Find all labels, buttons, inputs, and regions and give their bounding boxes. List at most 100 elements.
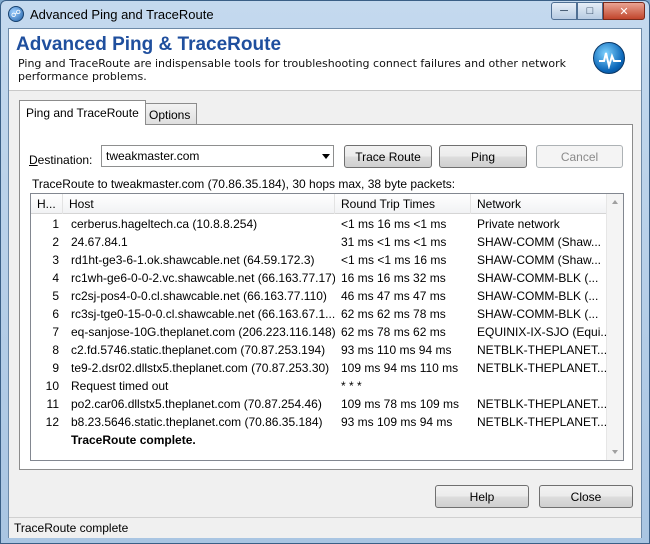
column-header-network[interactable]: Network — [471, 194, 607, 214]
chevron-down-icon[interactable] — [322, 154, 330, 159]
ping-button[interactable]: Ping — [439, 145, 527, 168]
cell-hop: 4 — [52, 271, 59, 285]
cell-hop: 10 — [45, 379, 59, 393]
cell-hop: 11 — [46, 397, 59, 411]
cell-hop: 12 — [45, 415, 59, 429]
page-title: Advanced Ping & TraceRoute — [16, 34, 282, 55]
table-row[interactable]: 1 cerberus.hageltech.ca (10.8.8.254) <1 ms… — [31, 215, 607, 233]
column-header-hop[interactable]: H... — [31, 194, 63, 214]
cell-host: rc3sj-tge0-15-0-0.cl.shawcable.net (66.1… — [71, 307, 335, 321]
cell-hop: 3 — [52, 253, 59, 267]
cell-rtt — [335, 431, 471, 449]
scroll-down-icon[interactable] — [612, 450, 618, 454]
network-logo-icon — [593, 42, 625, 74]
cell-rtt: <1 ms 16 ms <1 ms — [341, 217, 447, 231]
cell-host: po2.car06.dllstx5.theplanet.com (70.87.2… — [71, 397, 322, 411]
cell-rtt: * * * — [341, 379, 362, 393]
tab-ping-and-traceroute[interactable]: Ping and TraceRoute — [19, 100, 146, 125]
table-header: H... Host Round Trip Times Network — [31, 194, 607, 214]
cell-host: cerberus.hageltech.ca (10.8.8.254) — [71, 217, 258, 231]
maximize-icon: □ — [586, 5, 594, 17]
column-header-host[interactable]: Host — [63, 194, 335, 214]
cell-network: SHAW-COMM (Shaw... — [477, 253, 602, 267]
minimize-icon: ─ — [560, 5, 568, 17]
tab-options[interactable]: Options — [142, 103, 198, 125]
table-row[interactable]: 8 c2.fd.5746.static.theplanet.com (70.87.… — [31, 341, 607, 359]
cell-network: SHAW-COMM-BLK (... — [477, 289, 599, 303]
table-body: 1 cerberus.hageltech.ca (10.8.8.254) <1 ms… — [31, 215, 607, 449]
cell-host: rc1wh-ge6-0-0-2.vc.shawcable.net (66.163… — [71, 271, 335, 285]
cell-rtt: 109 ms 94 ms 110 ms — [341, 361, 459, 375]
cell-network — [471, 377, 607, 395]
cell-network: Private network — [477, 217, 560, 231]
cell-rtt: 16 ms 16 ms 32 ms — [341, 271, 446, 285]
table-row[interactable]: 5 rc2sj-pos4-0-0.cl.shawcable.net (66.163… — [31, 287, 607, 305]
minimize-button[interactable]: ─ — [551, 2, 577, 20]
vertical-scrollbar[interactable] — [606, 194, 623, 460]
app-window: ☍ Advanced Ping and TraceRoute ─ □ ✕ Adv… — [0, 0, 650, 544]
cell-rtt: 93 ms 109 ms 94 ms — [341, 415, 453, 429]
cell-network: SHAW-COMM-BLK (... — [477, 271, 599, 285]
cell-host: te9-2.dsr02.dllstx5.theplanet.com (70.87… — [71, 361, 330, 375]
cell-host: eq-sanjose-10G.theplanet.com (206.223.11… — [71, 325, 335, 339]
cell-network: NETBLK-THEPLANET... — [477, 415, 607, 429]
table-row[interactable]: 2 24.67.84.1 31 ms <1 ms <1 ms SHAW-COMM (S… — [31, 233, 607, 251]
destination-label: Destination: — [29, 153, 92, 167]
cell-host: b8.23.5646.static.theplanet.com (70.86.3… — [71, 415, 323, 429]
pulse-icon — [599, 52, 621, 69]
trace-summary: TraceRoute to tweakmaster.com (70.86.35.… — [32, 177, 456, 191]
client-area: Advanced Ping & TraceRoute Ping and Trac… — [8, 28, 642, 538]
header-banner: Advanced Ping & TraceRoute Ping and Trac… — [9, 29, 641, 91]
maximize-button[interactable]: □ — [577, 2, 603, 20]
cell-hop: 1 — [52, 217, 59, 231]
app-icon[interactable]: ☍ — [8, 6, 24, 22]
status-bar: TraceRoute complete — [9, 517, 641, 538]
cell-network: EQUINIX-IX-SJO (Equi... — [477, 325, 607, 339]
table-row[interactable]: 4 rc1wh-ge6-0-0-2.vc.shawcable.net (66.16… — [31, 269, 607, 287]
destination-combobox[interactable]: tweakmaster.com — [101, 145, 334, 167]
close-button[interactable]: Close — [539, 485, 633, 508]
cell-rtt: 93 ms 110 ms 94 ms — [341, 343, 452, 357]
results-table[interactable]: H... Host Round Trip Times Network 1 cerb… — [30, 193, 624, 461]
table-row[interactable]: 3 rd1ht-ge3-6-1.ok.shawcable.net (64.59.1… — [31, 251, 607, 269]
cell-host: c2.fd.5746.static.theplanet.com (70.87.2… — [71, 343, 326, 357]
column-header-rtt[interactable]: Round Trip Times — [335, 194, 471, 214]
cell-rtt: 62 ms 62 ms 78 ms — [341, 307, 446, 321]
table-row[interactable]: 11 po2.car06.dllstx5.theplanet.com (70.87… — [31, 395, 607, 413]
cancel-button[interactable]: Cancel — [536, 145, 623, 168]
cell-hop: 5 — [52, 289, 59, 303]
cell-hop: 2 — [52, 235, 59, 249]
cell-network: NETBLK-THEPLANET... — [477, 343, 607, 357]
cell-rtt: 31 ms <1 ms <1 ms — [341, 235, 447, 249]
cell-rtt: 62 ms 78 ms 62 ms — [341, 325, 446, 339]
close-window-button[interactable]: ✕ — [603, 2, 645, 20]
trace-route-button[interactable]: Trace Route — [344, 145, 432, 168]
cell-network: NETBLK-THEPLANET... — [477, 397, 607, 411]
cell-network — [471, 431, 607, 449]
table-row[interactable]: 7 eq-sanjose-10G.theplanet.com (206.223.1… — [31, 323, 607, 341]
help-button[interactable]: Help — [435, 485, 529, 508]
destination-label-text: estination: — [37, 153, 93, 167]
cell-network: NETBLK-THEPLANET... — [477, 361, 607, 375]
table-row[interactable]: 12 b8.23.5646.static.theplanet.com (70.86… — [31, 413, 607, 431]
destination-label-accelerator: D — [29, 153, 38, 167]
scroll-up-icon[interactable] — [612, 200, 618, 204]
cell-rtt: <1 ms <1 ms 16 ms — [341, 253, 447, 267]
cell-network: SHAW-COMM (Shaw... — [477, 235, 602, 249]
table-row[interactable]: 6 rc3sj-tge0-15-0-0.cl.shawcable.net (66.… — [31, 305, 607, 323]
cell-hop: 6 — [52, 307, 59, 321]
page-description: Ping and TraceRoute are indispensable to… — [18, 57, 567, 83]
window-title: Advanced Ping and TraceRoute — [30, 7, 214, 22]
table-row[interactable]: 9 te9-2.dsr02.dllstx5.theplanet.com (70.8… — [31, 359, 607, 377]
table-row[interactable]: 10 Request timed out * * * — [31, 377, 607, 395]
cell-hop: 7 — [52, 325, 59, 339]
cell-host: TraceRoute complete. — [71, 433, 196, 447]
cell-host: rd1ht-ge3-6-1.ok.shawcable.net (64.59.17… — [71, 253, 315, 267]
table-row[interactable]: TraceRoute complete. — [31, 431, 607, 449]
cell-hop: 8 — [52, 343, 59, 357]
close-icon: ✕ — [619, 5, 629, 18]
cell-host: Request timed out — [71, 379, 169, 393]
cell-hop — [31, 431, 63, 449]
cell-rtt: 109 ms 78 ms 109 ms — [341, 397, 460, 411]
title-bar[interactable]: ☍ Advanced Ping and TraceRoute ─ □ ✕ — [1, 1, 649, 28]
